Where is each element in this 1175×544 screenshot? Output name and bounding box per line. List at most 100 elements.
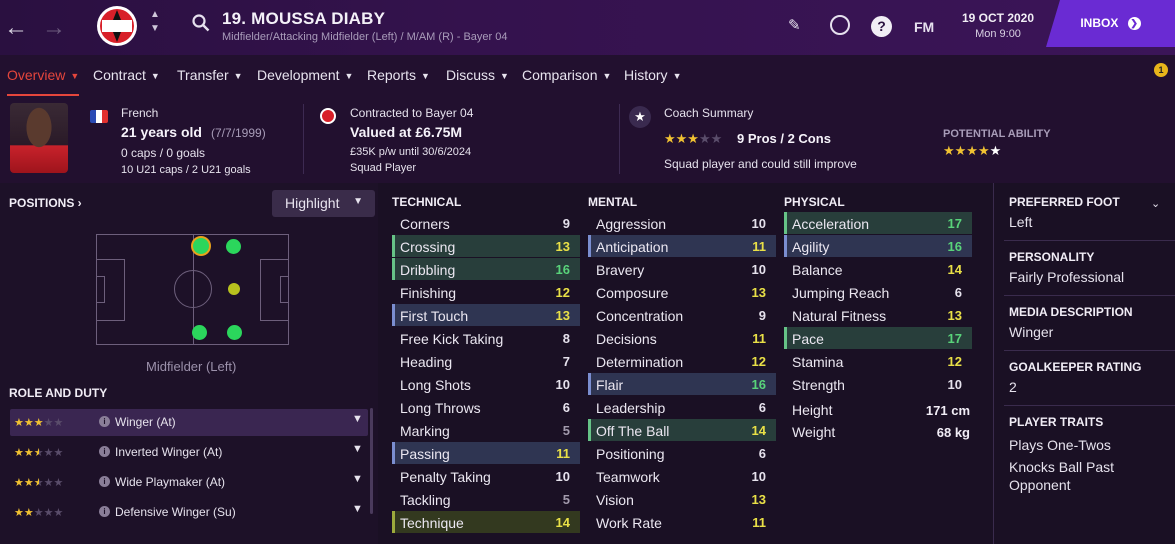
info-icon[interactable]: i: [99, 416, 110, 427]
roles-scrollbar[interactable]: [370, 408, 373, 514]
attribute-row[interactable]: Long Shots 10: [392, 373, 580, 395]
attribute-row[interactable]: Flair 16: [588, 373, 776, 395]
attribute-row[interactable]: Acceleration 17: [784, 212, 972, 234]
attribute-row[interactable]: Strength 10: [784, 373, 972, 395]
attribute-row[interactable]: Balance 14: [784, 258, 972, 280]
attribute-row[interactable]: Dribbling 16: [392, 258, 580, 280]
attribute-row[interactable]: Vision 13: [588, 488, 776, 510]
attribute-row[interactable]: Heading 7: [392, 350, 580, 372]
info-icon[interactable]: i: [99, 506, 110, 517]
attribute-value: 13: [751, 285, 766, 300]
attribute-row[interactable]: Jumping Reach 6: [784, 281, 972, 303]
edit-pencil-icon[interactable]: ✎: [788, 16, 801, 34]
positions-label[interactable]: POSITIONS ›: [9, 196, 82, 210]
menu-discuss[interactable]: Discuss ▼: [446, 67, 509, 83]
role-name: Defensive Winger (Su): [115, 505, 236, 519]
chevron-down-icon[interactable]: ▼: [352, 413, 363, 425]
attribute-name: Passing: [400, 446, 450, 462]
attribute-row[interactable]: Tackling 5: [392, 488, 580, 510]
role-stars: ★★★★★: [14, 507, 64, 519]
attribute-name: Off The Ball: [596, 423, 670, 439]
search-icon[interactable]: [192, 14, 210, 32]
forward-arrow-icon[interactable]: →: [42, 14, 66, 42]
media-description-label: MEDIA DESCRIPTION: [1009, 305, 1133, 319]
attribute-row[interactable]: Natural Fitness 13: [784, 304, 972, 326]
attribute-row[interactable]: Composure 13: [588, 281, 776, 303]
notification-badge[interactable]: 1: [1154, 63, 1168, 77]
attribute-row[interactable]: Agility 16: [784, 235, 972, 257]
attribute-row[interactable]: Free Kick Taking 8: [392, 327, 580, 349]
attribute-name: Flair: [596, 377, 624, 393]
potential-ability-stars: ★★★★★: [943, 143, 1002, 158]
attribute-name: Concentration: [596, 308, 684, 324]
attribute-row[interactable]: First Touch 13: [392, 304, 580, 326]
position-dot-mr[interactable]: [192, 325, 207, 340]
attribute-value: 5: [562, 492, 570, 507]
attribute-value: 14: [751, 423, 766, 438]
attribute-name: Positioning: [596, 446, 665, 462]
football-icon[interactable]: [830, 15, 850, 35]
position-dot-amc[interactable]: [228, 283, 240, 295]
arrow-right-circle-icon: ❯: [1127, 17, 1141, 31]
attribute-row[interactable]: Pace 17: [784, 327, 972, 349]
attribute-name: Stamina: [792, 354, 844, 370]
attribute-row[interactable]: Marking 5: [392, 419, 580, 441]
info-icon[interactable]: i: [99, 476, 110, 487]
attribute-row[interactable]: Technique 14: [392, 511, 580, 533]
attribute-row[interactable]: Crossing 13: [392, 235, 580, 257]
attribute-name: Teamwork: [596, 469, 660, 485]
menu-development[interactable]: Development ▼: [257, 67, 353, 83]
attribute-row[interactable]: Decisions 11: [588, 327, 776, 349]
back-arrow-icon[interactable]: ←: [4, 14, 28, 42]
menu-contract[interactable]: Contract ▼: [93, 67, 160, 83]
attribute-name: Technique: [400, 515, 464, 531]
attribute-row[interactable]: Off The Ball 14: [588, 419, 776, 441]
menu-label: Discuss: [446, 67, 496, 83]
fm-menu-button[interactable]: FM: [914, 19, 934, 35]
attribute-value: 13: [555, 308, 570, 323]
position-dot-aml[interactable]: [226, 239, 241, 254]
position-dot-ml-selected[interactable]: [191, 236, 211, 256]
attribute-row[interactable]: Anticipation 11: [588, 235, 776, 257]
menu-comparison[interactable]: Comparison ▼: [522, 67, 611, 83]
attribute-row[interactable]: Corners 9: [392, 212, 580, 234]
club-crest-icon[interactable]: [88, 4, 146, 50]
info-icon[interactable]: i: [99, 446, 110, 457]
inbox-button[interactable]: INBOX ❯: [1046, 0, 1175, 47]
height-value: 171 cm: [925, 403, 970, 418]
attribute-row[interactable]: Long Throws 6: [392, 396, 580, 418]
player-photo: [10, 103, 68, 173]
menu-history[interactable]: History ▼: [624, 67, 681, 83]
highlight-dropdown[interactable]: Highlight ▼: [272, 190, 375, 217]
help-icon[interactable]: ?: [871, 16, 892, 37]
role-row[interactable]: ★★★★★ i Defensive Winger (Su) ▼: [10, 499, 368, 526]
position-dot-amr[interactable]: [227, 325, 242, 340]
attribute-row[interactable]: Work Rate 11: [588, 511, 776, 533]
game-date[interactable]: 19 OCT 2020 Mon 9:00: [950, 11, 1046, 40]
attribute-row[interactable]: Positioning 6: [588, 442, 776, 464]
menu-transfer[interactable]: Transfer ▼: [177, 67, 243, 83]
attribute-row[interactable]: Passing 11: [392, 442, 580, 464]
attribute-row[interactable]: Aggression 10: [588, 212, 776, 234]
attribute-row[interactable]: Concentration 9: [588, 304, 776, 326]
chevron-down-icon[interactable]: ▼: [352, 503, 363, 515]
chevron-down-icon[interactable]: ⌄: [1151, 197, 1160, 210]
attribute-row[interactable]: Stamina 12: [784, 350, 972, 372]
menu-overview[interactable]: Overview ▼: [7, 67, 80, 96]
attribute-name: Tackling: [400, 492, 451, 508]
attribute-row[interactable]: Teamwork 10: [588, 465, 776, 487]
role-row[interactable]: ★★★★★ i Inverted Winger (At) ▼: [10, 439, 368, 466]
player-summary: French 21 years old (7/7/1999) 0 caps / …: [0, 96, 1175, 182]
role-row[interactable]: ★★★★★ i Wide Playmaker (At) ▼: [10, 469, 368, 496]
chevron-down-icon: ▼: [602, 71, 612, 82]
chevron-down-icon[interactable]: ▼: [352, 443, 363, 455]
attribute-row[interactable]: Bravery 10: [588, 258, 776, 280]
role-row[interactable]: ★★★★★ i Winger (At) ▼: [10, 409, 368, 436]
chevron-down-icon[interactable]: ▼: [352, 473, 363, 485]
attribute-row[interactable]: Determination 12: [588, 350, 776, 372]
attribute-row[interactable]: Leadership 6: [588, 396, 776, 418]
menu-reports[interactable]: Reports ▼: [367, 67, 430, 83]
attribute-row[interactable]: Penalty Taking 10: [392, 465, 580, 487]
attribute-row[interactable]: Finishing 12: [392, 281, 580, 303]
switch-player-icon[interactable]: ▲ ▼: [150, 8, 160, 36]
